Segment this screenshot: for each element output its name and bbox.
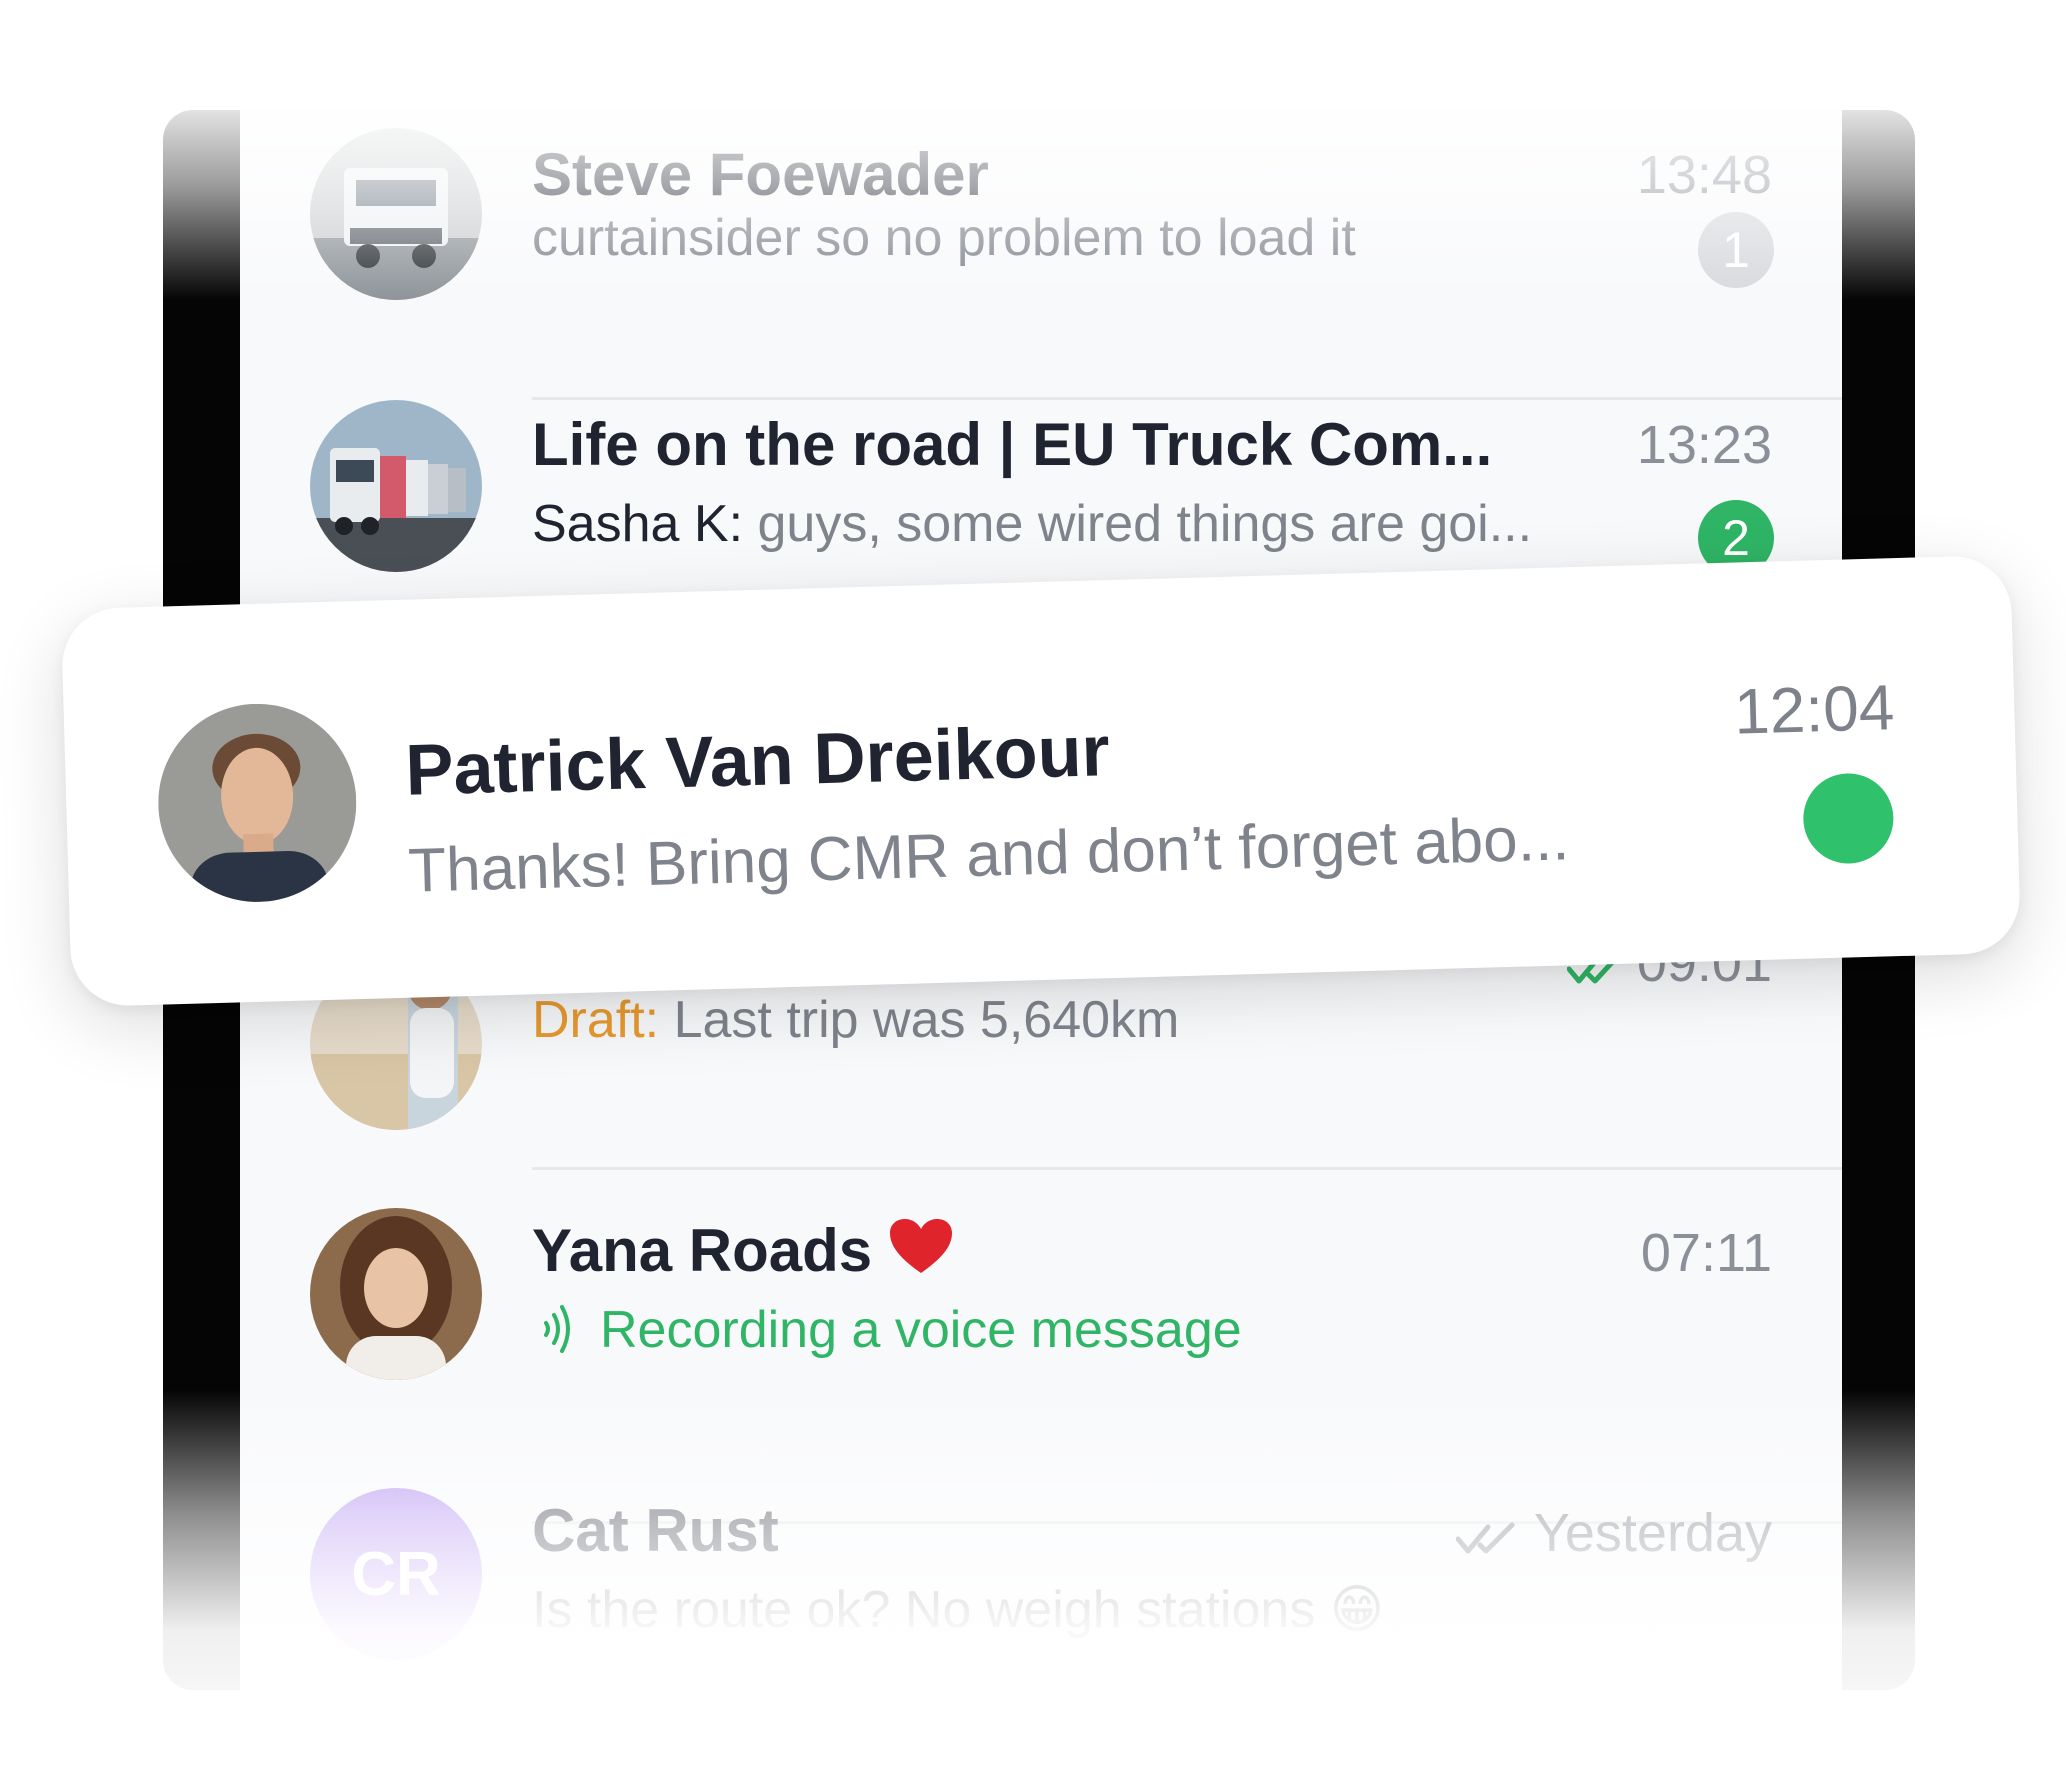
avatar: CR	[310, 1488, 482, 1660]
avatar	[155, 701, 360, 905]
sender-name: Sasha K:	[532, 495, 744, 553]
chat-row-cat-rust[interactable]: CR Cat Rust Yesterday Is the route ok? N…	[240, 1488, 1842, 1690]
online-dot	[1802, 772, 1895, 865]
chat-time: 13:23	[1636, 415, 1772, 475]
voice-wave-icon	[544, 1305, 570, 1353]
chat-time: 13:48	[1636, 145, 1772, 205]
time-text: Yesterday	[1533, 1503, 1772, 1563]
chat-preview: Is the route ok? No weigh stations 😁	[532, 1581, 1384, 1639]
read-checks-icon	[1455, 1522, 1515, 1554]
chat-preview: Draft: Last trip was 5,640km	[532, 990, 1179, 1050]
avatar	[310, 1208, 482, 1380]
truck-convoy-photo	[310, 400, 482, 572]
chat-row-steve[interactable]: Steve Foewader 13:48 curtainsider so no …	[240, 110, 1842, 400]
chat-name: Life on the road | EU Truck Com...	[532, 411, 1493, 478]
avatar	[310, 400, 482, 572]
unread-badge: 1	[1698, 212, 1774, 288]
chat-row-yana-roads[interactable]: Yana Roads 07:11 Recording a voice messa…	[240, 1208, 1842, 1524]
chat-name: Yana Roads	[532, 1216, 954, 1285]
chat-name: Steve Foewader	[532, 141, 989, 208]
avatar	[310, 128, 482, 300]
truck-photo	[310, 128, 482, 300]
recording-text: Recording a voice message	[600, 1301, 1242, 1359]
chat-preview: Thanks! Bring CMR and don’t forget abo..…	[407, 804, 1571, 906]
message-text: Last trip was 5,640km	[673, 991, 1180, 1049]
heart-icon	[890, 1219, 953, 1273]
pinned-chat-card[interactable]: Patrick Van Dreikour 12:04 Thanks! Bring…	[60, 554, 2022, 1008]
chat-preview: curtainsider so no problem to load it	[532, 209, 1356, 267]
chat-time: Yesterday	[1455, 1502, 1772, 1564]
chat-name: Patrick Van Dreikour	[404, 711, 1111, 811]
chat-time: 07:11	[1640, 1223, 1772, 1283]
message-text: guys, some wired things are goi...	[757, 495, 1533, 553]
woman-portrait-photo	[310, 1208, 482, 1380]
draft-label: Draft:	[532, 991, 660, 1049]
divider	[532, 1167, 1842, 1170]
name-text: Yana Roads	[532, 1217, 873, 1284]
chat-preview: Sasha K: guys, some wired things are goi…	[532, 494, 1532, 554]
chat-time: 12:04	[1733, 671, 1896, 748]
chat-name: Cat Rust	[532, 1497, 779, 1564]
man-portrait-photo	[155, 701, 360, 905]
chat-preview: Recording a voice message	[532, 1300, 1242, 1360]
